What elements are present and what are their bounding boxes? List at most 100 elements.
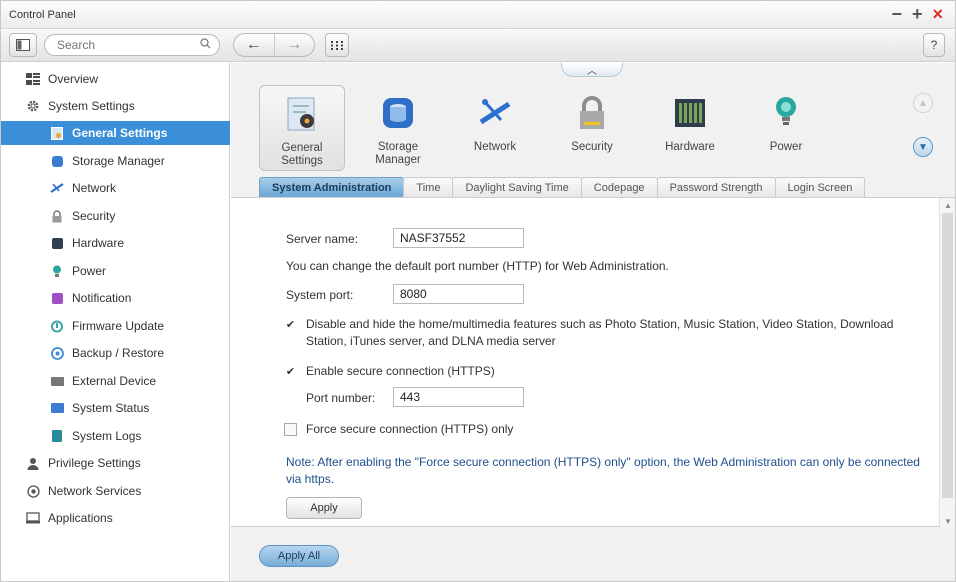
sidebar-item-system-status[interactable]: System Status <box>1 396 230 420</box>
sidebar-item-label: Storage Manager <box>72 154 165 168</box>
system-port-label: System port: <box>286 288 354 302</box>
app-general-settings[interactable]: General Settings <box>259 85 345 171</box>
disable-multimedia-label-line1: Disable and hide the home/multimedia fea… <box>306 317 894 331</box>
sidebar-item-storage-manager[interactable]: Storage Manager <box>1 149 230 173</box>
app-label: General Settings <box>281 142 323 167</box>
sidebar-item-power[interactable]: Power <box>1 259 230 283</box>
apply-all-button[interactable]: Apply All <box>259 545 339 567</box>
chevron-up-icon: ▲ <box>918 97 928 109</box>
sidebar-item-applications[interactable]: Applications <box>1 506 230 530</box>
hardware-icon <box>49 235 65 251</box>
search-box[interactable] <box>44 34 220 56</box>
sidebar-item-external-device[interactable]: External Device <box>1 369 230 393</box>
sidebar-item-network-services[interactable]: Network Services <box>1 479 230 503</box>
close-icon[interactable]: × <box>932 4 943 24</box>
sidebar-item-label: General Settings <box>72 126 168 140</box>
window-controls: − + × <box>891 4 943 24</box>
disable-multimedia-label-line2: Station, iTunes server, and DLNA media s… <box>306 334 556 348</box>
app-hardware[interactable]: Hardware <box>647 85 733 171</box>
storage-manager-icon <box>49 153 65 169</box>
tab-password-strength[interactable]: Password Strength <box>656 177 776 197</box>
apply-button[interactable]: Apply <box>286 497 362 519</box>
sidebar-item-general-settings[interactable]: General Settings <box>1 121 230 145</box>
port-number-field[interactable] <box>393 387 524 407</box>
sidebar-item-label: System Status <box>72 401 150 415</box>
sidebar-item-label: Power <box>72 264 107 278</box>
scroll-up-arrow-icon[interactable]: ▲ <box>940 198 956 212</box>
chevron-up-icon: ︿ <box>587 66 597 77</box>
collapse-header-button[interactable]: ︿ <box>561 63 623 77</box>
hardware-icon <box>670 93 710 133</box>
app-label: Security <box>571 141 613 153</box>
sidebar-item-overview[interactable]: Overview <box>1 67 230 91</box>
history-nav: ← → <box>233 33 315 57</box>
search-input[interactable] <box>57 38 200 52</box>
app-label: Network <box>473 141 517 153</box>
sidebar-item-label: Network <box>72 181 117 195</box>
scrollbar-thumb[interactable] <box>942 213 953 498</box>
sidebar-item-hardware[interactable]: Hardware <box>1 231 230 255</box>
tab-codepage[interactable]: Codepage <box>580 177 658 197</box>
port-number-label: Port number: <box>306 391 376 405</box>
app-security[interactable]: Security <box>549 85 635 171</box>
sidebar-item-system-logs[interactable]: System Logs <box>1 424 230 448</box>
sidebar-item-notification[interactable]: Notification <box>1 286 230 310</box>
sidebar-item-backup-restore[interactable]: Backup / Restore <box>1 341 230 365</box>
force-https-checkbox[interactable] <box>284 423 297 436</box>
sidebar-item-label: Network Services <box>48 484 142 498</box>
panel-scrollbar[interactable]: ▲ ▼ <box>939 198 955 528</box>
enable-https-label: Enable secure connection (HTTPS) <box>306 364 495 378</box>
tab-login-screen[interactable]: Login Screen <box>774 177 866 197</box>
backup-restore-icon <box>49 345 65 361</box>
sidebar-item-firmware-update[interactable]: Firmware Update <box>1 314 230 338</box>
panel-layout-icon <box>16 39 30 51</box>
app-network[interactable]: Network <box>452 85 538 171</box>
sidebar-toggle-button[interactable] <box>9 33 37 57</box>
enable-https-checkbox[interactable]: ✔ <box>284 365 297 378</box>
maximize-icon[interactable]: + <box>912 4 923 24</box>
tab-time[interactable]: Time <box>403 177 454 197</box>
storage-manager-icon <box>378 93 418 133</box>
back-arrow-icon[interactable]: ← <box>234 34 274 56</box>
system-port-field[interactable] <box>393 284 524 304</box>
tab-system-administration[interactable]: System Administration <box>259 177 405 197</box>
main-content: ︿ General Settings Storage Manager Netwo… <box>231 63 955 581</box>
user-icon <box>25 455 41 471</box>
search-icon[interactable] <box>200 38 211 52</box>
grid-icon <box>331 40 343 50</box>
icons-scroll-down-button[interactable]: ▼ <box>913 137 933 157</box>
sidebar-item-label: Security <box>72 209 116 223</box>
icons-scroll-up-button[interactable]: ▲ <box>913 93 933 113</box>
settings-tabs: System Administration Time Daylight Savi… <box>259 177 866 197</box>
sidebar-item-system-settings[interactable]: System Settings <box>1 94 230 118</box>
network-services-icon <box>25 483 41 499</box>
minimize-icon[interactable]: − <box>891 4 902 24</box>
network-icon <box>49 180 65 196</box>
title-bar: Control Panel − + × <box>1 1 955 29</box>
app-storage-manager[interactable]: Storage Manager <box>355 85 441 171</box>
app-label: Hardware <box>665 141 715 153</box>
toolbar: ← → ? <box>1 30 955 62</box>
disable-multimedia-checkbox[interactable]: ✔ <box>284 318 297 331</box>
chevron-down-icon: ▼ <box>918 141 928 153</box>
sidebar-item-security[interactable]: Security <box>1 204 230 228</box>
system-logs-icon <box>49 428 65 444</box>
sidebar-item-label: Privilege Settings <box>48 456 141 470</box>
app-grid-button[interactable] <box>325 33 349 57</box>
server-name-field[interactable] <box>393 228 524 248</box>
scroll-down-arrow-icon[interactable]: ▼ <box>940 514 956 528</box>
force-https-label: Force secure connection (HTTPS) only <box>306 422 514 436</box>
server-name-label: Server name: <box>286 232 359 246</box>
gear-icon <box>25 98 41 114</box>
sidebar-item-label: Overview <box>48 72 99 86</box>
forward-arrow-icon[interactable]: → <box>273 34 315 56</box>
security-lock-icon <box>572 93 612 133</box>
help-button[interactable]: ? <box>923 33 945 57</box>
sidebar: Overview System Settings General Setting… <box>1 63 230 581</box>
app-power[interactable]: Power <box>743 85 829 171</box>
tab-daylight-saving-time[interactable]: Daylight Saving Time <box>452 177 582 197</box>
sidebar-item-network[interactable]: Network <box>1 176 230 200</box>
app-label: Storage Manager <box>375 141 421 166</box>
system-status-icon <box>49 400 65 416</box>
sidebar-item-privilege-settings[interactable]: Privilege Settings <box>1 451 230 475</box>
